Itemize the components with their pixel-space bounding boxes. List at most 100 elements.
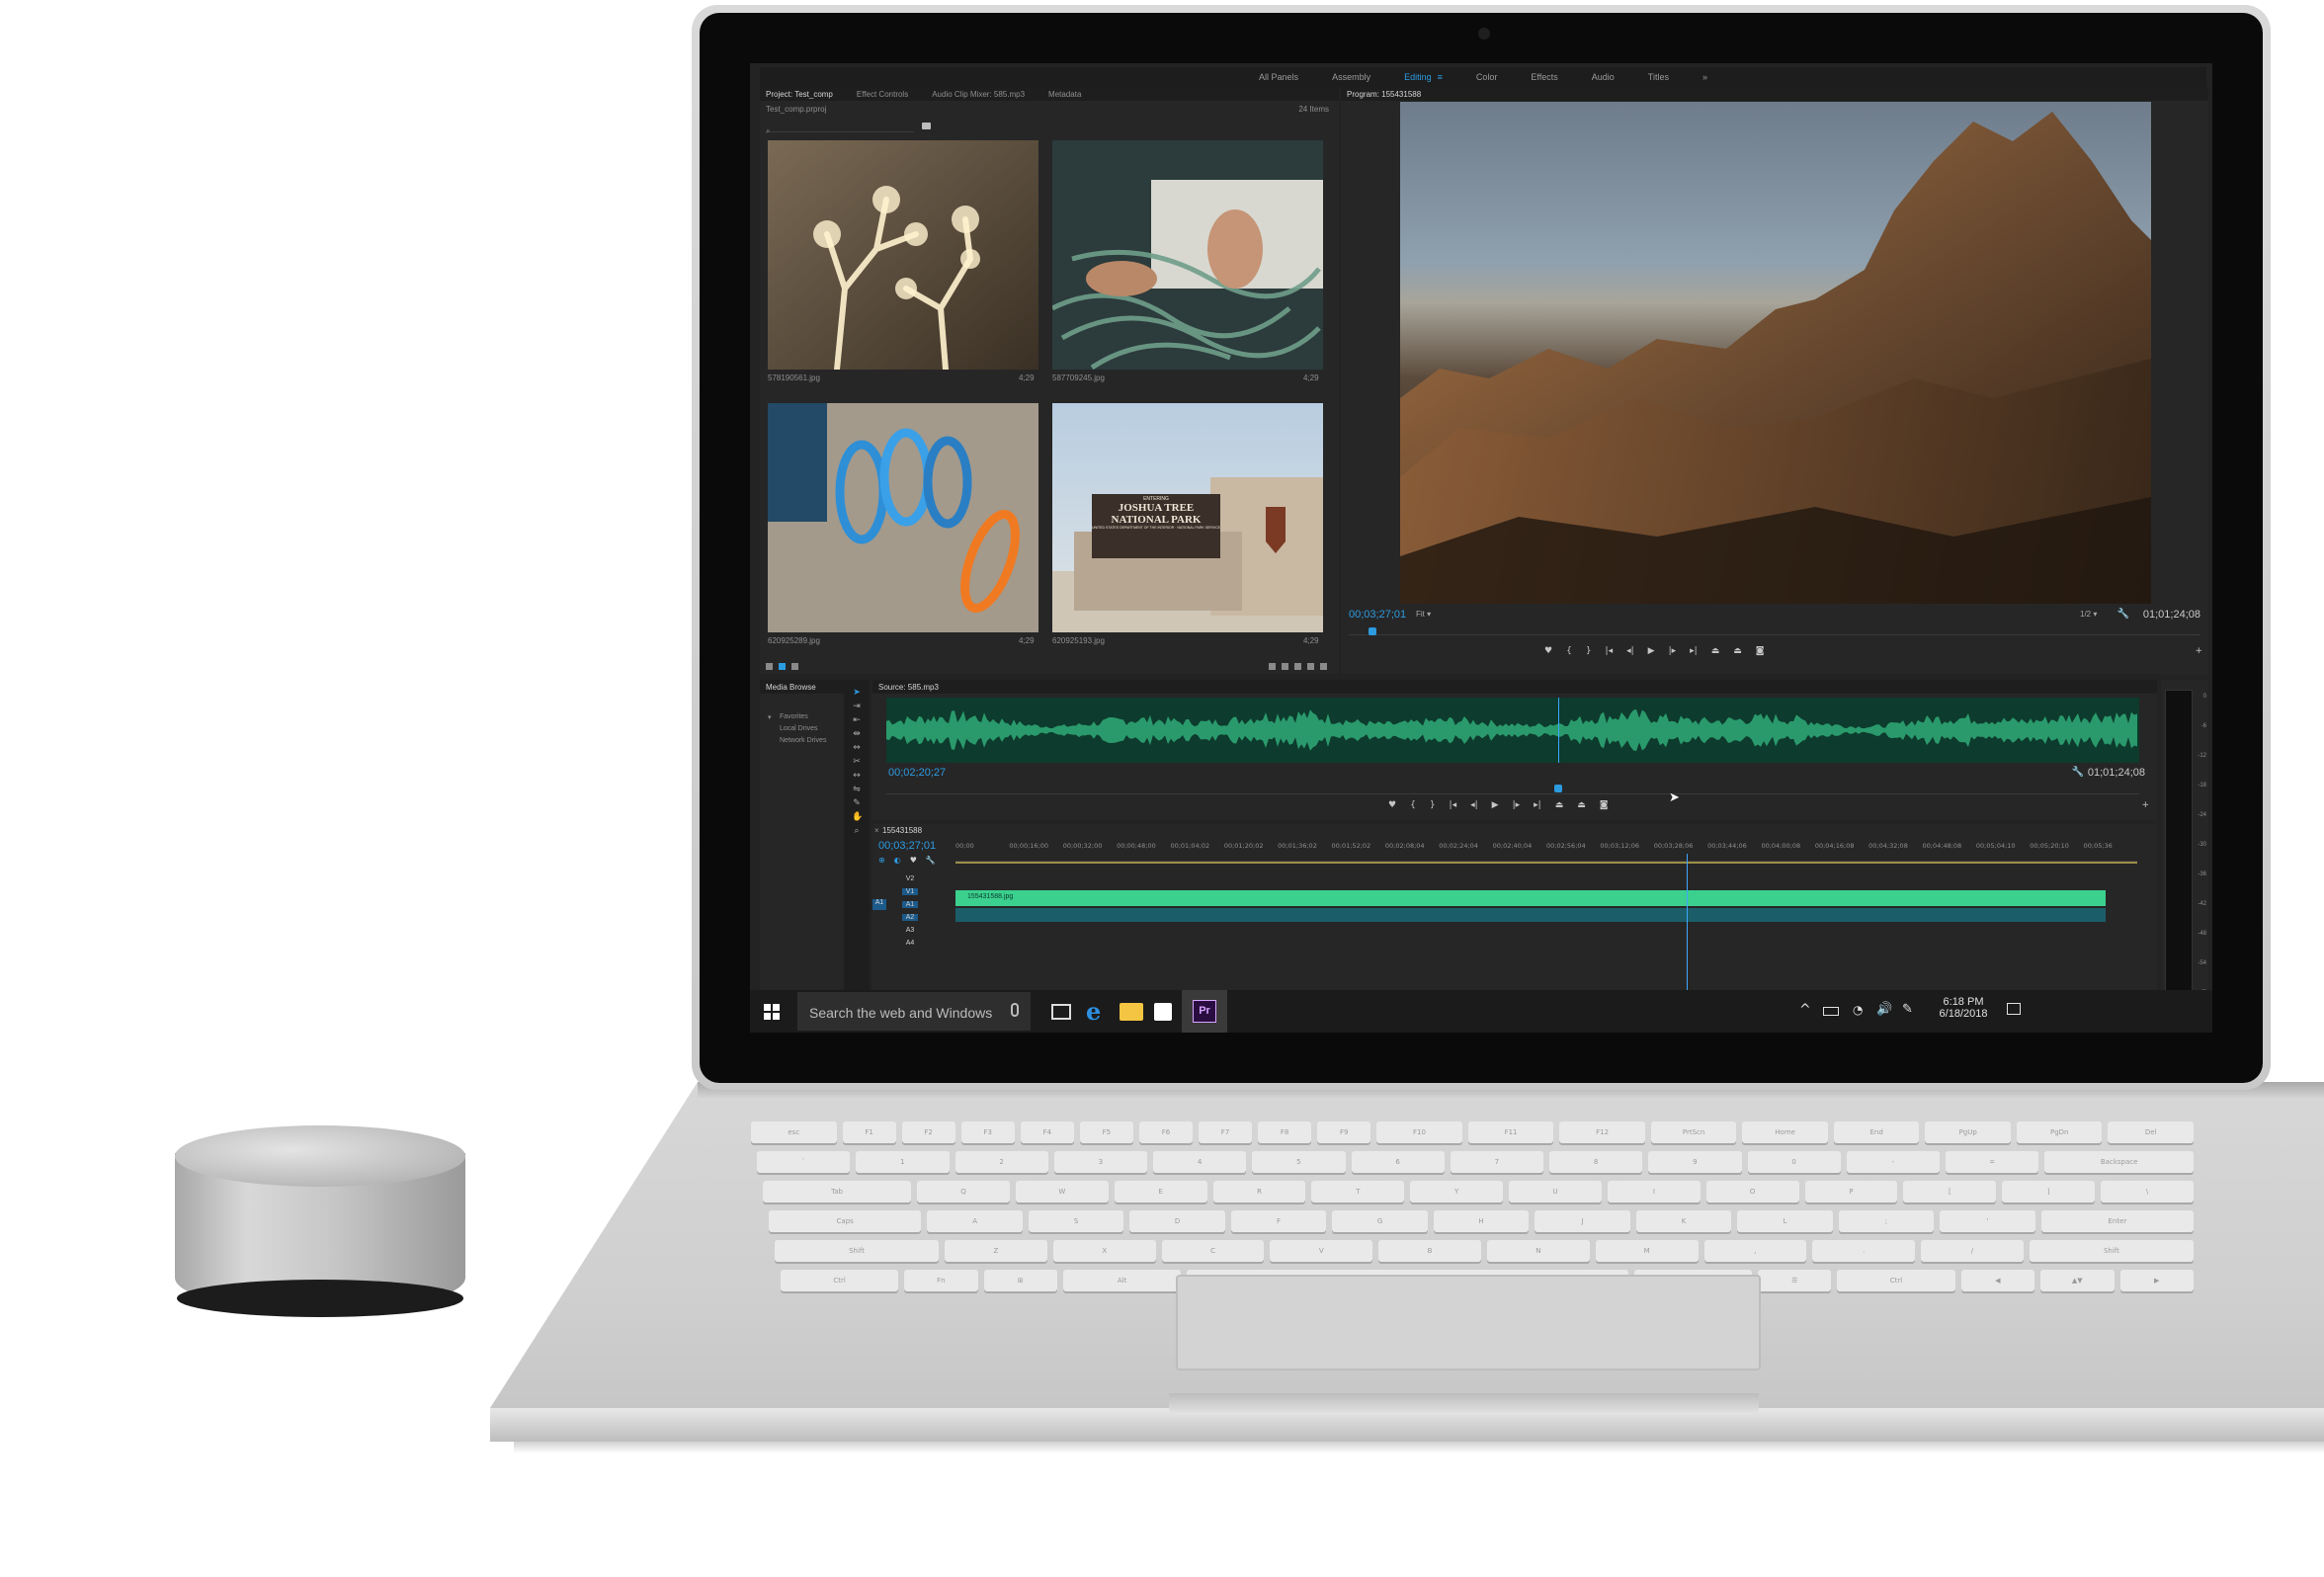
keyboard-key[interactable]: Ctrl [1837, 1270, 1955, 1291]
keyboard-key[interactable]: J [1535, 1210, 1630, 1232]
edge-browser-icon[interactable]: e [1086, 1000, 1110, 1024]
media-thumb-4[interactable]: ENTERING JOSHUA TREE NATIONAL PARK UNITE… [1052, 403, 1323, 632]
keyboard-key[interactable]: K [1635, 1210, 1732, 1232]
mark-in-icon[interactable]: { [1410, 800, 1416, 810]
export-frame-icon[interactable]: ◙ [1600, 800, 1609, 810]
mark-out-icon[interactable]: } [1586, 646, 1592, 656]
step-back-icon[interactable]: ◂| [1470, 800, 1478, 810]
tab-metadata[interactable]: Metadata [1048, 90, 1081, 99]
chevron-up-icon[interactable]: ^ [1799, 1002, 1811, 1018]
program-time-ruler[interactable] [1349, 625, 2200, 635]
keyboard-key[interactable]: 8 [1549, 1151, 1643, 1173]
keyboard-key[interactable]: Alt [1063, 1270, 1182, 1291]
new-bin-icon[interactable] [1294, 663, 1301, 670]
keyboard-key[interactable]: / [1921, 1240, 2024, 1262]
ripple-edit-tool-icon[interactable]: ⇤ [852, 715, 862, 725]
slip-tool-icon[interactable]: ↔ [852, 771, 862, 781]
keyboard-key[interactable]: Y [1410, 1181, 1504, 1203]
razor-tool-icon[interactable]: ✂ [852, 757, 862, 767]
keyboard-key[interactable]: F12 [1559, 1121, 1645, 1143]
track-select-tool-icon[interactable]: ⇥ [852, 702, 862, 711]
workspace-tab-editing[interactable]: Editing ≡ [1404, 72, 1443, 82]
keyboard-key[interactable]: 1 [856, 1151, 950, 1173]
source-patch-a1[interactable]: A1 [872, 899, 886, 910]
keyboard-key[interactable]: L [1737, 1210, 1833, 1232]
keyboard-key[interactable]: 9 [1648, 1151, 1742, 1173]
trash-icon[interactable] [1320, 663, 1327, 670]
keyboard-key[interactable]: Ctrl [781, 1270, 899, 1291]
windows-start-icon[interactable] [764, 1004, 780, 1020]
zoom-tool-icon[interactable]: ⌕ [852, 826, 862, 836]
source-monitor-title[interactable]: Source: 585.mp3 [878, 683, 939, 692]
media-thumb-2[interactable] [1052, 140, 1323, 370]
project-search-input[interactable]: ⌕ [766, 121, 914, 135]
trackpad[interactable] [1176, 1275, 1761, 1370]
keyboard-key[interactable]: V [1270, 1240, 1373, 1262]
wrench-icon[interactable]: 🔧 [2117, 609, 2129, 620]
keyboard-key[interactable]: 2 [954, 1151, 1048, 1173]
keyboard-key[interactable]: esc [751, 1121, 837, 1143]
keyboard-key[interactable]: ; [1838, 1210, 1935, 1232]
program-monitor-title[interactable]: Program: 155431588 [1347, 90, 1421, 99]
overwrite-icon[interactable]: ⏏ [1577, 800, 1586, 810]
icon-view-icon[interactable] [779, 663, 786, 670]
video-clip[interactable]: 155431588.jpg [955, 890, 2106, 906]
keyboard-key[interactable]: M [1595, 1240, 1699, 1262]
tab-project[interactable]: Project: Test_comp [766, 90, 833, 99]
mark-out-icon[interactable]: } [1430, 800, 1436, 810]
rate-stretch-tool-icon[interactable]: ⇔ [852, 743, 862, 753]
keyboard-key[interactable]: \ [2101, 1181, 2194, 1203]
track-label[interactable]: A3 [902, 927, 918, 934]
audio-clip[interactable] [955, 908, 2106, 922]
keyboard-key[interactable]: F8 [1258, 1121, 1312, 1143]
keyboard-key[interactable]: ▶ [2119, 1270, 2194, 1291]
rolling-edit-tool-icon[interactable]: ⇹ [852, 729, 862, 739]
workspace-tab-titles[interactable]: Titles [1648, 72, 1669, 82]
linked-selection-icon[interactable]: ◐ [894, 856, 901, 865]
keyboard-key[interactable]: PgDn [2016, 1121, 2103, 1143]
work-area-bar[interactable] [955, 862, 2137, 864]
keyboard-key[interactable]: P [1804, 1181, 1898, 1203]
keyboard-key[interactable]: F5 [1079, 1121, 1133, 1143]
slide-tool-icon[interactable]: ⇋ [852, 785, 862, 794]
lift-icon[interactable]: ⏏ [1711, 646, 1720, 656]
keyboard-key[interactable]: Home [1742, 1121, 1828, 1143]
hand-tool-icon[interactable]: ✋ [852, 812, 863, 822]
keyboard-key[interactable]: Del [2108, 1121, 2195, 1143]
new-bin-icon[interactable] [922, 123, 931, 129]
list-view-icon[interactable] [766, 663, 773, 670]
keyboard-key[interactable]: Shift [2029, 1240, 2194, 1262]
keyboard-key[interactable]: I [1607, 1181, 1701, 1203]
keyboard-key[interactable]: End [1833, 1121, 1920, 1143]
clock[interactable]: 6:18 PM 6/18/2018 [1934, 996, 1993, 1020]
program-timecode[interactable]: 00;03;27;01 [1349, 609, 1406, 621]
workspace-tab-audio[interactable]: Audio [1592, 72, 1615, 82]
go-to-in-icon[interactable]: |◂ [1450, 800, 1457, 810]
keyboard-key[interactable]: R [1212, 1181, 1306, 1203]
keyboard-key[interactable]: ☰ [1758, 1270, 1832, 1291]
keyboard-key[interactable]: D [1129, 1210, 1225, 1232]
volume-icon[interactable]: 🔊 [1876, 1002, 1892, 1017]
go-to-out-icon[interactable]: ▸| [1690, 646, 1698, 656]
keyboard-key[interactable]: Backspace [2044, 1151, 2195, 1173]
keyboard-key[interactable]: N [1486, 1240, 1590, 1262]
store-icon[interactable] [1154, 1003, 1172, 1021]
taskbar-search-input[interactable]: Search the web and Windows [797, 992, 1031, 1031]
source-time-ruler[interactable] [886, 783, 2139, 794]
keyboard-key[interactable]: F4 [1020, 1121, 1074, 1143]
keyboard-key[interactable]: 6 [1351, 1151, 1445, 1173]
keyboard-key[interactable]: F7 [1199, 1121, 1253, 1143]
find-icon[interactable] [1282, 663, 1288, 670]
media-browser-local-drives[interactable]: Local Drives [780, 725, 818, 732]
track-label[interactable]: A4 [902, 940, 918, 947]
selection-tool-icon[interactable]: ➤ [852, 688, 862, 698]
keyboard-key[interactable]: [ [1903, 1181, 1997, 1203]
keyboard-key[interactable]: F6 [1138, 1121, 1193, 1143]
keyboard-key[interactable]: 5 [1252, 1151, 1346, 1173]
keyboard-key[interactable]: - [1846, 1151, 1940, 1173]
new-item-icon[interactable] [1307, 663, 1314, 670]
keyboard-key[interactable]: 0 [1747, 1151, 1841, 1173]
keyboard-key[interactable]: O [1705, 1181, 1799, 1203]
task-view-icon[interactable] [1051, 1004, 1071, 1020]
keyboard-key[interactable]: A [927, 1210, 1023, 1232]
